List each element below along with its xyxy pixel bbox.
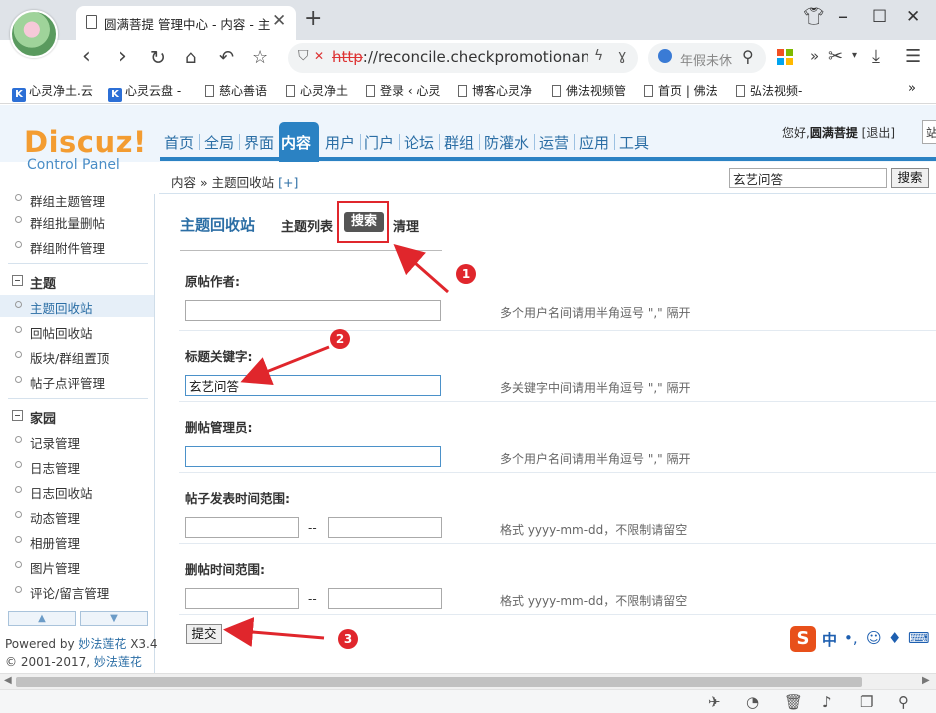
zoom-icon[interactable]: ⚲ — [898, 693, 909, 711]
annotation-badge-2: 2 — [330, 329, 350, 349]
ime-mode[interactable]: 中 — [822, 629, 837, 650]
scroll-thumb[interactable] — [16, 677, 862, 687]
punctuation-icon[interactable]: •, — [844, 629, 858, 647]
annotation-arrows — [223, 244, 449, 647]
scroll-left-icon[interactable]: ◀ — [4, 675, 12, 686]
browser-status-bar: ✈ ◔ 🗑︎ ♪ ❐ ⚲ — [0, 689, 936, 713]
ime-toolbar: S 中 •, ☺ ♦ ⌨ — [788, 626, 936, 654]
arrow-3 — [223, 617, 325, 647]
microphone-icon[interactable]: ♦ — [888, 629, 901, 647]
scroll-right-icon[interactable]: ▶ — [922, 675, 930, 686]
window-icon[interactable]: ❐ — [860, 693, 873, 711]
arrow-1 — [393, 244, 449, 294]
annotation-badge-3: 3 — [338, 629, 358, 649]
keyboard-icon[interactable]: ⌨ — [908, 629, 930, 647]
trash-icon[interactable]: 🗑︎ — [784, 693, 803, 711]
speed-icon[interactable]: ◔ — [746, 693, 759, 711]
emoji-icon[interactable]: ☺ — [866, 629, 882, 647]
arrow-2 — [240, 345, 330, 386]
annotation-badge-1: 1 — [456, 264, 476, 284]
sound-icon[interactable]: ♪ — [822, 693, 832, 711]
profile-avatar[interactable] — [10, 10, 58, 58]
rocket-icon[interactable]: ✈ — [708, 693, 721, 711]
horizontal-scrollbar[interactable]: ◀ ▶ — [0, 673, 936, 689]
sogou-icon[interactable]: S — [790, 626, 816, 652]
